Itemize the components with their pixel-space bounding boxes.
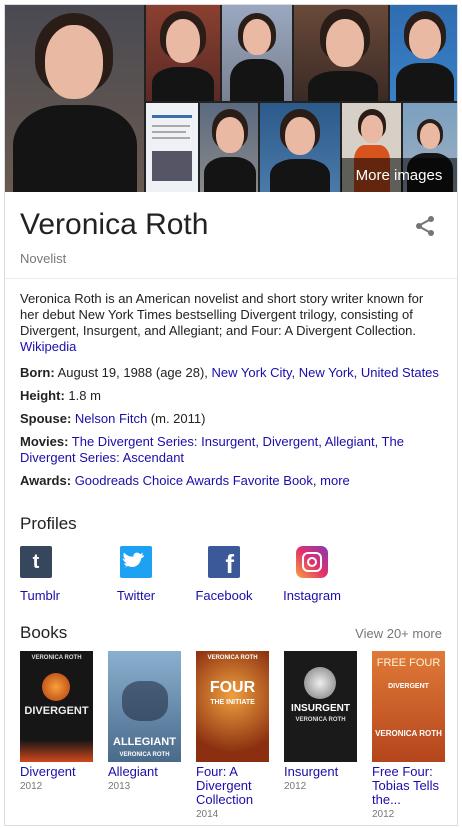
book-year: 2014 <box>196 809 219 820</box>
book-title: Four: A Divergent Collection <box>196 764 254 807</box>
books-heading: Books <box>20 623 68 642</box>
fact-movies: Movies: The Divergent Series: Insurgent,… <box>20 434 442 466</box>
fact-spouse-detail: (m. 2011) <box>150 411 206 426</box>
cover-title: FREE FOUR <box>376 657 441 669</box>
profile-tumblr-label: Tumblr <box>20 588 60 603</box>
description: Veronica Roth is an American novelist an… <box>20 279 442 355</box>
cover-author: VERONICA ROTH <box>31 655 82 661</box>
book-year: 2012 <box>372 809 395 820</box>
fact-born-label: Born: <box>20 365 55 380</box>
fact-born-date: August 19, 1988 (age 28), <box>57 365 208 380</box>
book-title: Allegiant <box>108 764 158 779</box>
fact-awards-more-link[interactable]: more <box>320 473 350 488</box>
book-cover: INSURGENT VERONICA ROTH <box>284 651 357 762</box>
cover-subtitle: DIVERGENT <box>388 683 429 690</box>
profile-tumblr[interactable]: t Tumblr <box>20 546 92 603</box>
profile-instagram-label: Instagram <box>283 588 341 603</box>
cover-author: VERONICA ROTH <box>295 717 346 723</box>
photo-7[interactable] <box>200 103 258 192</box>
fact-awards-label: Awards: <box>20 473 72 488</box>
profile-twitter-label: Twitter <box>116 588 156 603</box>
cover-title: FOUR <box>209 679 256 696</box>
profiles-list: t Tumblr Twitter f Facebook Instagram <box>20 546 442 603</box>
fact-spouse-label: Spouse: <box>20 411 72 426</box>
cover-author: VERONICA ROTH <box>119 752 170 758</box>
cover-title: ALLEGIANT <box>113 736 176 748</box>
image-collage: More images <box>5 5 457 192</box>
book-cover: VERONICA ROTH DIVERGENT <box>20 651 93 762</box>
book-title: Divergent <box>20 764 76 779</box>
entity-title: Veronica Roth <box>20 208 209 241</box>
book-year: 2013 <box>108 781 131 792</box>
tumblr-icon: t <box>20 546 52 578</box>
book-year: 2012 <box>284 781 307 792</box>
fact-movies-label: Movies: <box>20 434 69 449</box>
facebook-icon: f <box>208 546 240 579</box>
cover-title: DIVERGENT <box>24 705 89 717</box>
cover-author: VERONICA ROTH <box>207 655 258 661</box>
book-cover: ALLEGIANT VERONICA ROTH <box>108 651 181 762</box>
books-list: VERONICA ROTH DIVERGENT Divergent 2012 A… <box>20 651 445 820</box>
fact-height: Height: 1.8 m <box>20 388 442 404</box>
book-title: Free Four: Tobias Tells the... <box>372 764 439 807</box>
description-text: Veronica Roth is an American novelist an… <box>20 291 424 338</box>
profile-twitter[interactable]: Twitter <box>92 546 180 603</box>
photo-4[interactable] <box>294 5 388 101</box>
fact-movies-link[interactable]: The Divergent Series: Insurgent, Diverge… <box>20 434 404 465</box>
photo-6[interactable] <box>146 103 198 192</box>
more-images-button[interactable]: More images <box>341 158 457 192</box>
book-item[interactable]: ALLEGIANT VERONICA ROTH Allegiant 2013 <box>108 651 181 820</box>
facts-list: Born: August 19, 1988 (age 28), New York… <box>20 365 442 489</box>
profile-facebook[interactable]: f Facebook <box>180 546 268 603</box>
fact-awards-link[interactable]: Goodreads Choice Awards Favorite Book <box>75 473 313 488</box>
photo-3[interactable] <box>222 5 292 101</box>
entity-subtitle: Novelist <box>20 251 67 266</box>
book-cover: FREE FOUR DIVERGENT VERONICA ROTH <box>372 651 445 762</box>
fact-height-label: Height: <box>20 388 65 403</box>
cover-author: VERONICA ROTH <box>375 729 442 738</box>
fact-spouse: Spouse: Nelson Fitch (m. 2011) <box>20 411 442 427</box>
share-icon[interactable] <box>413 214 437 238</box>
knowledge-panel: More images Veronica Roth Novelist Veron… <box>4 4 458 826</box>
instagram-icon <box>296 546 328 578</box>
photo-2[interactable] <box>146 5 220 101</box>
book-item[interactable]: FREE FOUR DIVERGENT VERONICA ROTH Free F… <box>372 651 445 820</box>
cover-title: INSURGENT <box>291 703 350 714</box>
book-item[interactable]: VERONICA ROTH DIVERGENT Divergent 2012 <box>20 651 93 820</box>
profile-instagram[interactable]: Instagram <box>268 546 356 603</box>
fact-born: Born: August 19, 1988 (age 28), New York… <box>20 365 442 381</box>
photo-5[interactable] <box>390 5 457 101</box>
fact-awards: Awards: Goodreads Choice Awards Favorite… <box>20 473 350 488</box>
view-more-books-link[interactable]: View 20+ more <box>355 626 442 641</box>
photo-8[interactable] <box>260 103 340 192</box>
book-year: 2012 <box>20 781 43 792</box>
book-cover: VERONICA ROTH FOUR THE INITIATE <box>196 651 269 762</box>
fact-height-value: 1.8 m <box>68 388 101 403</box>
fact-born-place-link[interactable]: New York City, New York, United States <box>212 365 439 380</box>
cover-subtitle: THE INITIATE <box>210 699 255 706</box>
photo-main[interactable] <box>5 5 144 192</box>
book-title: Insurgent <box>284 764 339 779</box>
book-item[interactable]: INSURGENT VERONICA ROTH Insurgent 2012 <box>284 651 357 820</box>
twitter-icon <box>120 546 152 578</box>
profile-facebook-label: Facebook <box>195 588 253 603</box>
book-item[interactable]: VERONICA ROTH FOUR THE INITIATE Four: A … <box>196 651 269 820</box>
profiles-heading: Profiles <box>20 514 77 533</box>
wikipedia-link[interactable]: Wikipedia <box>20 339 76 354</box>
books-header: Books View 20+ more <box>20 623 442 643</box>
fact-spouse-link[interactable]: Nelson Fitch <box>75 411 147 426</box>
panel-header: Veronica Roth Novelist <box>5 192 457 279</box>
